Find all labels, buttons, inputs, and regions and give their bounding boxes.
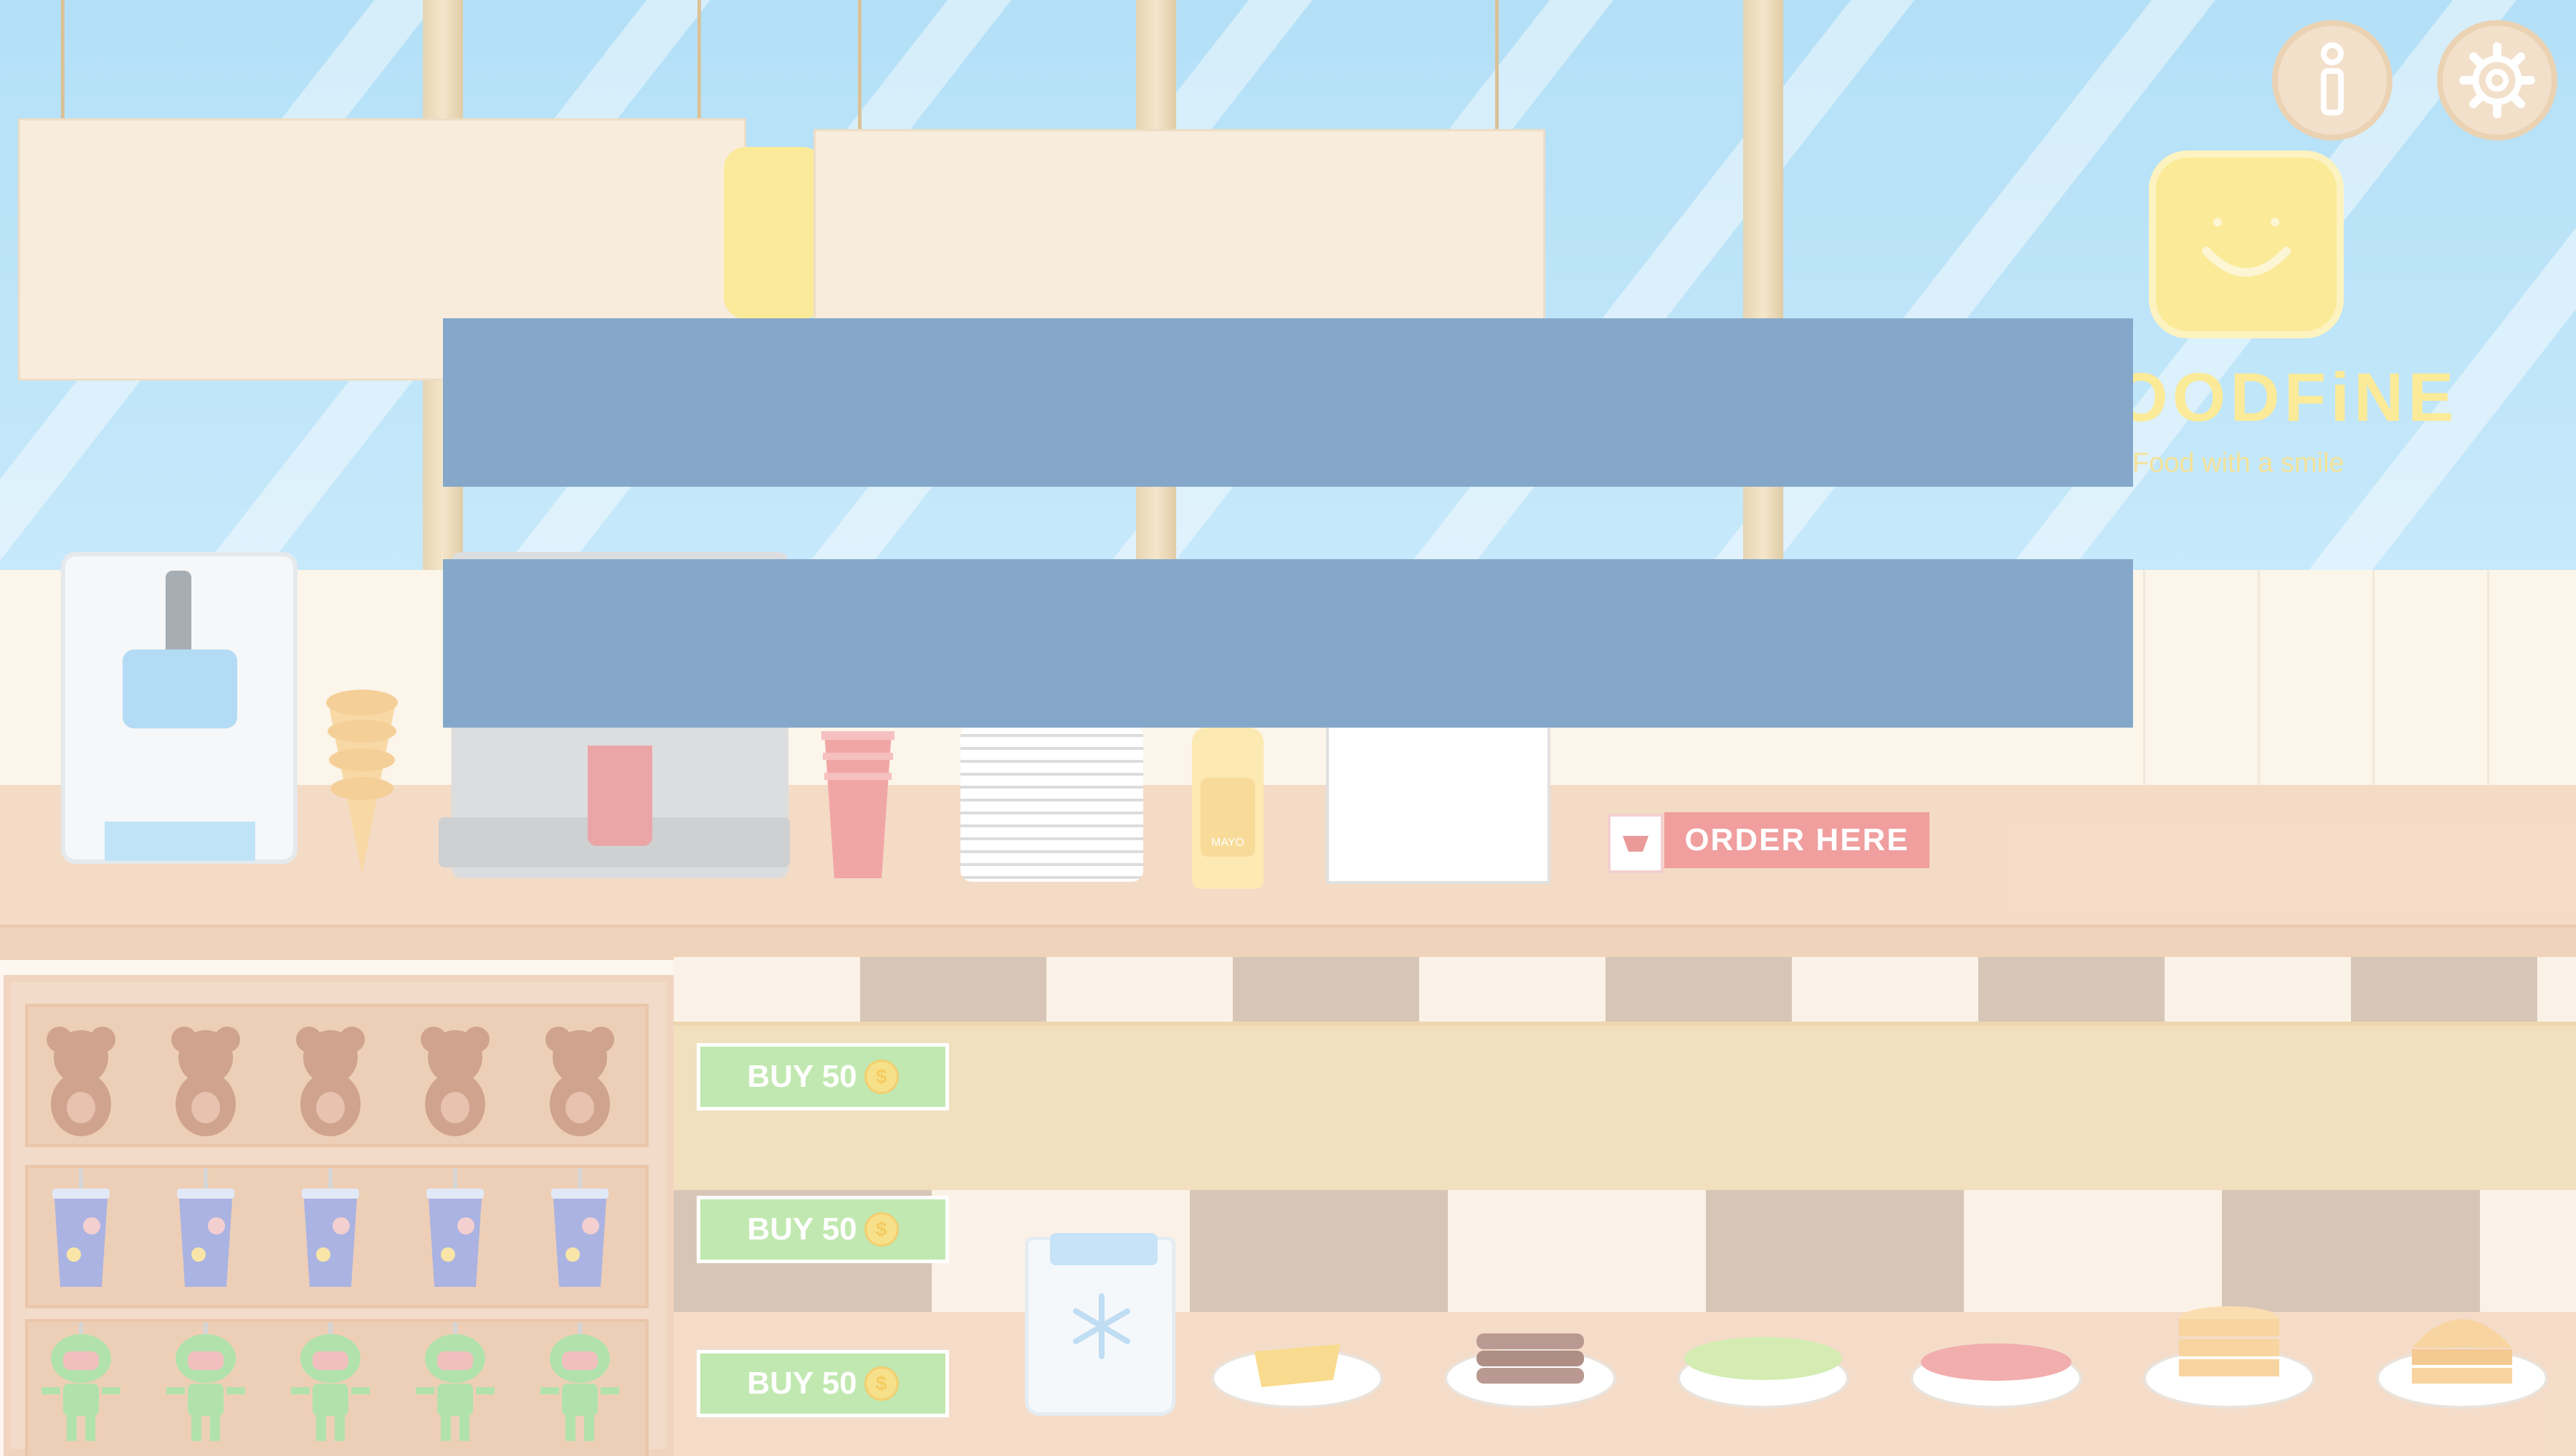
- hanging-sign-right: [814, 129, 1545, 327]
- beef-patties-icon: [1477, 1333, 1584, 1384]
- settings-button[interactable]: [2437, 20, 2557, 141]
- robot-icon[interactable]: [533, 1323, 626, 1445]
- display-shelf: [674, 1022, 2576, 1202]
- teddy-bear-icon[interactable]: [533, 1018, 626, 1140]
- mayo-label: MAYO: [1211, 837, 1244, 849]
- coin-icon: $: [864, 1060, 899, 1094]
- drink-cup-icon[interactable]: [159, 1169, 252, 1290]
- coin-icon: $: [864, 1366, 899, 1401]
- teddy-bear-icon[interactable]: [159, 1018, 252, 1140]
- pancake-buns-icon: [2179, 1306, 2279, 1376]
- overlay-bar-top: [443, 318, 2133, 487]
- brand-name: OODFiNE: [2114, 359, 2458, 436]
- robot-icon[interactable]: [159, 1323, 252, 1445]
- brand-logo-icon: [2149, 151, 2344, 338]
- brand-tagline: Food with a smile: [2132, 448, 2344, 478]
- teddy-bear-icon[interactable]: [284, 1018, 377, 1140]
- teddy-bear-icon[interactable]: [409, 1018, 502, 1140]
- tomato-slices-icon: [1921, 1343, 2071, 1381]
- gear-icon: [2459, 42, 2535, 118]
- info-button[interactable]: [2272, 20, 2393, 141]
- teddy-bear-icon[interactable]: [34, 1018, 128, 1140]
- drink-cup-icon[interactable]: [284, 1169, 377, 1290]
- order-bell-icon: [1608, 814, 1664, 873]
- drink-cup-icon[interactable]: [409, 1169, 502, 1290]
- ice-cream-cones[interactable]: [323, 681, 401, 882]
- burger-bun-icon: [2412, 1319, 2512, 1384]
- order-paper: [1326, 717, 1550, 884]
- mayo-bottle[interactable]: MAYO: [1192, 728, 1264, 889]
- cheese-slices-icon: [1254, 1344, 1340, 1387]
- plate-stack[interactable]: [960, 724, 1143, 882]
- robot-icon[interactable]: [34, 1323, 128, 1445]
- buy-cup-button[interactable]: BUY 50 $: [697, 1196, 949, 1263]
- info-icon: [2321, 42, 2344, 115]
- order-here-button[interactable]: ORDER HERE: [1664, 812, 1929, 868]
- robot-icon[interactable]: [409, 1323, 502, 1445]
- robot-icon[interactable]: [284, 1323, 377, 1445]
- overlay-bar-bottom: [443, 559, 2133, 728]
- snowflake-icon: [1073, 1293, 1130, 1359]
- logo-sticker: [724, 147, 824, 319]
- drink-cup-icon[interactable]: [533, 1169, 626, 1290]
- lettuce-icon: [1684, 1337, 1842, 1380]
- ice-cubes: [1050, 1233, 1158, 1265]
- coin-icon: $: [864, 1212, 899, 1247]
- game-scene: OODFiNE Food with a smile MAYO ORDER HER…: [0, 0, 2576, 1456]
- buy-robot-button[interactable]: BUY 50 $: [697, 1350, 949, 1417]
- counter-edge: [0, 925, 2576, 960]
- floor-tiles: [674, 957, 2576, 1022]
- buy-label: BUY 50: [747, 1212, 857, 1247]
- drink-cup-icon[interactable]: [34, 1169, 128, 1290]
- ice-cream-machine[interactable]: [61, 552, 297, 864]
- floor-tiles: [674, 1190, 2576, 1312]
- buy-label: BUY 50: [747, 1059, 857, 1094]
- buy-teddy-button[interactable]: BUY 50 $: [697, 1043, 949, 1110]
- buy-label: BUY 50: [747, 1366, 857, 1401]
- cup-stack[interactable]: [819, 724, 897, 882]
